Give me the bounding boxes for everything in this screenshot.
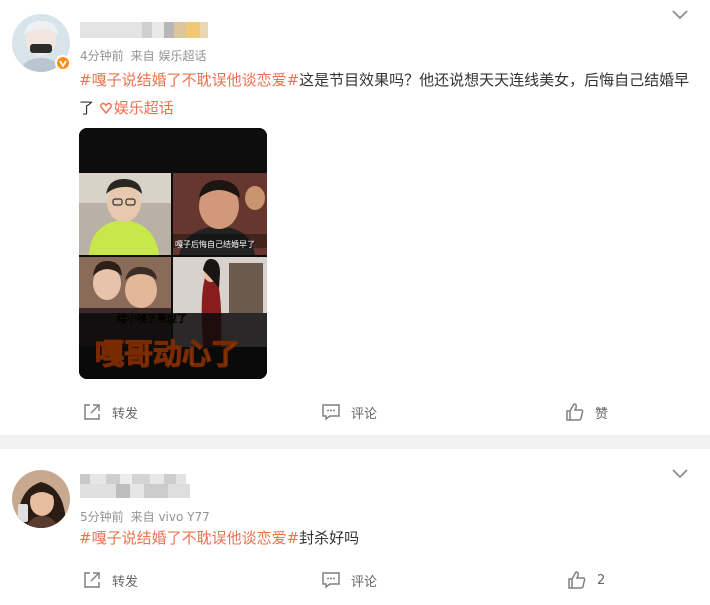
weibo-post-card: 4分钟前 来自 娱乐超话 #嘎子说结婚了不耽误他谈恋爱#这是节目效果吗？他还说想天…	[0, 0, 710, 435]
repost-button[interactable]: 转发	[82, 400, 138, 424]
repost-label: 转发	[112, 574, 139, 590]
post-time[interactable]: 5分钟前	[80, 510, 124, 524]
post-meta: 5分钟前 来自 vivo Y77	[80, 508, 217, 525]
super-topic-icon	[99, 102, 112, 115]
chevron-down-icon[interactable]	[670, 466, 690, 480]
hashtag-link[interactable]: #嘎子说结婚了不耽误他谈恋爱#	[79, 529, 299, 547]
comment-button[interactable]: 评论	[321, 400, 377, 424]
comment-icon	[322, 572, 340, 589]
post-action-bar: 转发 评论 2	[0, 568, 710, 592]
post-source: 来自 vivo Y77	[130, 510, 210, 524]
overlay-caption-small: 嘎子后悔自己结婚早了	[175, 239, 255, 249]
post-body: 封杀好吗	[299, 529, 360, 547]
post-source: 来自 娱乐超话	[130, 49, 207, 63]
like-button[interactable]: 2	[567, 568, 605, 592]
comment-button[interactable]: 评论	[321, 568, 377, 592]
repost-label: 转发	[112, 406, 139, 422]
super-topic-link[interactable]: 娱乐超话	[99, 99, 174, 117]
like-count: 2	[597, 572, 606, 588]
like-button[interactable]: 赞	[565, 400, 608, 424]
thumbs-up-icon	[566, 403, 584, 421]
post-meta: 4分钟前 来自 娱乐超话	[80, 47, 213, 64]
comment-label: 评论	[351, 406, 378, 422]
post-action-bar: 转发 评论 赞	[0, 400, 710, 424]
repost-icon	[84, 404, 100, 420]
avatar[interactable]	[12, 470, 70, 528]
overlay-caption-big: 嘎哥动心了	[95, 337, 240, 371]
like-label: 赞	[595, 406, 609, 422]
comment-label: 评论	[351, 574, 378, 590]
thumbs-up-icon	[568, 571, 586, 589]
username-blurred[interactable]	[80, 22, 208, 38]
hashtag-link[interactable]: #嘎子说结婚了不耽误他谈恋爱#	[79, 71, 299, 89]
post-time[interactable]: 4分钟前	[80, 49, 124, 63]
verified-badge-icon	[55, 55, 71, 71]
video-thumbnail[interactable]: 嘎子后悔自己结婚早了 给小嘎子看应了 嘎哥动心了	[79, 128, 267, 379]
comment-icon	[322, 404, 340, 421]
weibo-post-card: 5分钟前 来自 vivo Y77 #嘎子说结婚了不耽误他谈恋爱#封杀好吗 转发 评…	[0, 449, 710, 605]
username-blurred	[80, 484, 190, 498]
overlay-caption-mid: 给小嘎子看应了	[117, 312, 187, 325]
repost-icon	[84, 572, 100, 588]
post-text: #嘎子说结婚了不耽误他谈恋爱#这是节目效果吗？他还说想天天连线美女，后悔自己结婚…	[79, 66, 690, 122]
post-text: #嘎子说结婚了不耽误他谈恋爱#封杀好吗	[79, 524, 690, 552]
chevron-down-icon[interactable]	[670, 7, 690, 21]
repost-button[interactable]: 转发	[82, 568, 138, 592]
